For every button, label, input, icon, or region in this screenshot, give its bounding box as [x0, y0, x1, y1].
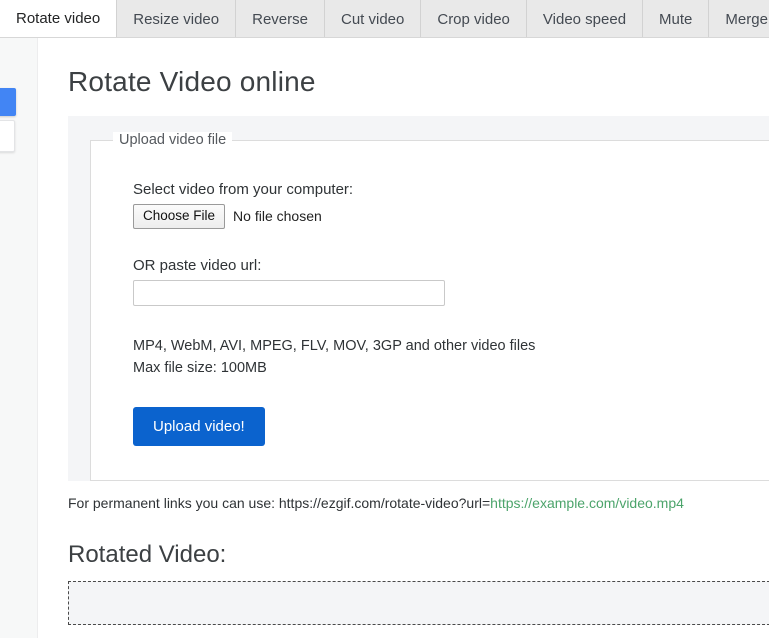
file-status-text: No file chosen	[233, 208, 322, 225]
tab-label: Resize video	[133, 10, 220, 28]
permalink-note: For permanent links you can use: https:/…	[68, 495, 769, 511]
format-info: MP4, WebM, AVI, MPEG, FLV, MOV, 3GP and …	[133, 306, 769, 380]
tab-label: Reverse	[252, 10, 308, 28]
file-input[interactable]: Choose File No file chosen	[133, 204, 769, 229]
main-content: Rotate Video online Upload video file Se…	[68, 38, 769, 626]
tab-label: Rotate video	[16, 10, 101, 27]
tab-merge-video[interactable]: Merge video	[709, 0, 769, 37]
result-dropzone[interactable]	[68, 581, 769, 626]
tab-label: Crop video	[437, 10, 510, 28]
result-section-title: Rotated Video:	[68, 541, 227, 569]
tab-label: Video speed	[542, 10, 627, 28]
choose-file-button[interactable]: Choose File	[133, 204, 226, 229]
tab-crop-video[interactable]: Crop video	[421, 0, 527, 37]
tab-label: Merge video	[725, 10, 769, 28]
left-gutter	[39, 38, 68, 638]
video-url-input[interactable]	[133, 279, 445, 306]
tab-bar: Rotate video Resize video Reverse Cut vi…	[0, 0, 769, 38]
tab-mute[interactable]: Mute	[643, 0, 710, 37]
video-url-row: OR paste video url:	[91, 229, 769, 306]
video-url-label: OR paste video url:	[133, 256, 262, 274]
upload-panel: Upload video file Select video from your…	[68, 116, 769, 482]
tab-reverse[interactable]: Reverse	[236, 0, 325, 37]
max-file-size-text: Max file size: 100MB	[133, 359, 267, 376]
tab-video-speed[interactable]: Video speed	[526, 0, 644, 37]
tab-label: Cut video	[340, 10, 405, 28]
page-title: Rotate Video online	[68, 66, 316, 97]
tab-resize-video[interactable]: Resize video	[117, 0, 237, 37]
upload-video-button[interactable]: Upload video!	[133, 407, 265, 447]
sidebar-blue-badge[interactable]	[0, 88, 16, 116]
permalink-example-url: https://example.com/video.mp4	[490, 495, 684, 512]
supported-formats-text: MP4, WebM, AVI, MPEG, FLV, MOV, 3GP and …	[133, 337, 536, 354]
sidebar-white-card[interactable]	[0, 120, 15, 152]
tab-cut-video[interactable]: Cut video	[324, 0, 422, 37]
upload-fieldset: Upload video file Select video from your…	[90, 132, 769, 482]
format-info-row: MP4, WebM, AVI, MPEG, FLV, MOV, 3GP and …	[91, 306, 769, 447]
tab-label: Mute	[659, 10, 693, 28]
left-sidebar-rail	[0, 38, 38, 638]
upload-fieldset-legend: Upload video file	[113, 132, 233, 148]
permalink-prefix-text: For permanent links you can use: https:/…	[68, 495, 491, 512]
select-video-label: Select video from your computer:	[133, 181, 354, 198]
tab-rotate-video[interactable]: Rotate video	[0, 0, 118, 37]
select-video-row: Select video from your computer: Choose …	[91, 141, 769, 229]
